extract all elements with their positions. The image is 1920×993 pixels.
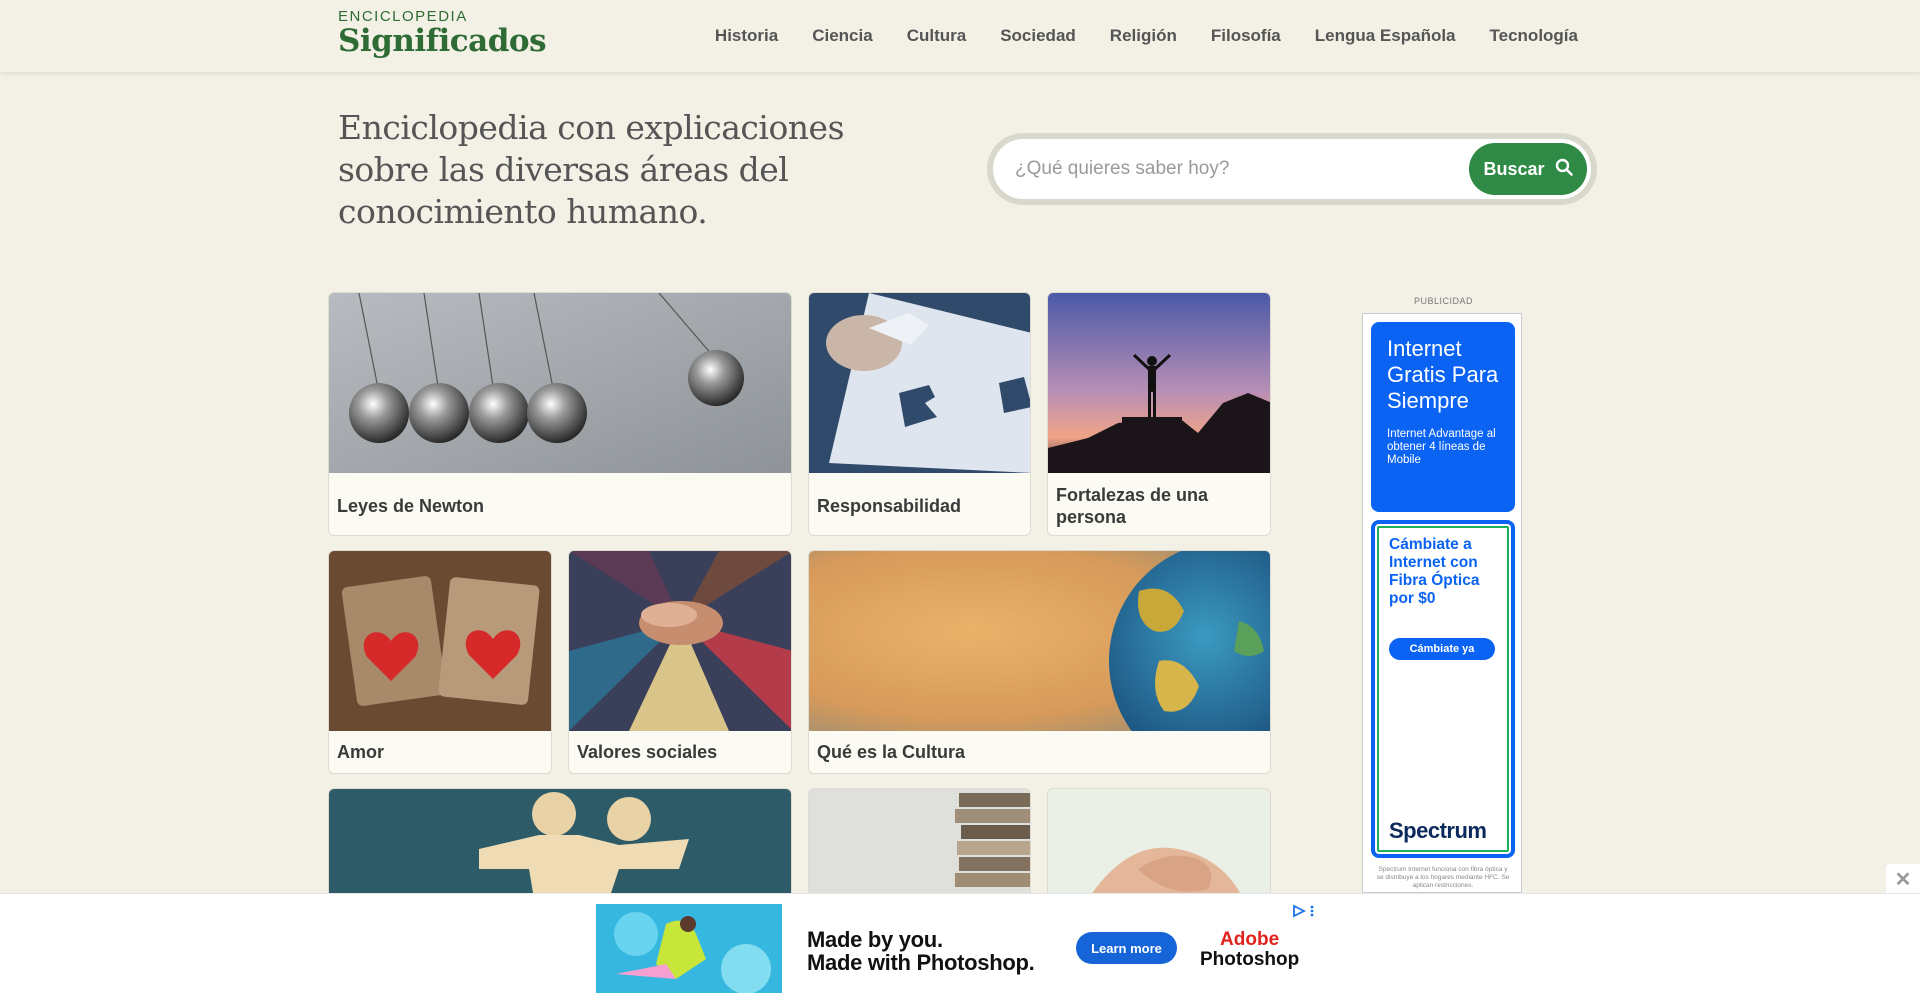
ad-offer-title: Cámbiate a Internet con Fibra Óptica por…	[1389, 536, 1480, 607]
ad-fine-print: Spectrum Internet funciona con fibra ópt…	[1376, 866, 1510, 889]
search-input[interactable]	[1015, 155, 1435, 183]
site-logo[interactable]: ENCICLOPEDIA Significados	[338, 8, 547, 59]
newtons-cradle-image	[329, 293, 791, 473]
paper-people-image	[329, 789, 791, 907]
ad-cta-button[interactable]: Cámbiate ya	[1389, 638, 1495, 660]
search-button-label: Buscar	[1483, 158, 1545, 179]
bottom-banner-ad[interactable]: Made by you. Made with Photoshop. Learn …	[0, 893, 1920, 993]
ad-blue-panel: Internet Gratis Para Siempre Internet Ad…	[1371, 322, 1515, 512]
card-title: Amor	[337, 742, 385, 762]
article-card-row3-2[interactable]	[808, 788, 1031, 908]
article-card-amor[interactable]: Amor	[328, 550, 552, 774]
main-nav: Historia Ciencia Cultura Sociedad Religi…	[715, 26, 1578, 46]
ad-headline: Internet Gratis Para Siempre	[1387, 336, 1499, 413]
close-ad-button[interactable]: ✕	[1886, 864, 1920, 894]
holding-hands-image	[1048, 789, 1270, 907]
advertising-label: PUBLICIDAD	[1414, 296, 1474, 306]
ad-headline-line2: Made with Photoshop.	[807, 950, 1035, 975]
article-card-fortalezas[interactable]: Fortalezas de una persona	[1047, 292, 1271, 536]
search-bar: Buscar	[987, 133, 1597, 205]
ad-subtext: Internet Advantage al obtener 4 líneas d…	[1387, 428, 1496, 466]
logo-bottom-text: Significados	[338, 23, 547, 59]
nav-link-cultura[interactable]: Cultura	[907, 26, 967, 46]
learn-more-button[interactable]: Learn more	[1076, 932, 1177, 964]
photoshop-brand-text: Photoshop	[1200, 949, 1300, 970]
site-header: ENCICLOPEDIA Significados Historia Cienc…	[0, 0, 1920, 72]
card-title: Valores sociales	[577, 742, 718, 762]
ad-choices-icon[interactable]	[1292, 904, 1316, 921]
search-icon	[1555, 158, 1573, 181]
nav-link-tecnologia[interactable]: Tecnología	[1490, 26, 1578, 46]
nav-link-lengua-espanola[interactable]: Lengua Española	[1315, 26, 1456, 46]
ad-offer-panel: Cámbiate a Internet con Fibra Óptica por…	[1371, 520, 1515, 858]
article-card-responsabilidad[interactable]: Responsabilidad	[808, 292, 1031, 536]
stacked-hands-image	[569, 551, 791, 731]
heart-puzzle-image	[329, 551, 551, 731]
spectrum-logo: Spectrum	[1389, 818, 1487, 843]
article-card-row3-1[interactable]	[328, 788, 792, 908]
books-image	[809, 789, 1030, 907]
card-title: Fortalezas de una persona	[1056, 485, 1209, 527]
article-card-que-es-la-cultura[interactable]: Qué es la Cultura	[808, 550, 1271, 774]
person-silhouette-sunset-image	[1048, 293, 1270, 473]
ad-banner-headline: Made by you. Made with Photoshop.	[807, 927, 1035, 975]
search-field-container: Buscar	[993, 139, 1591, 199]
ad-illustration-image	[596, 904, 782, 993]
article-card-valores-sociales[interactable]: Valores sociales	[568, 550, 792, 774]
nav-link-religion[interactable]: Religión	[1110, 26, 1177, 46]
adobe-photoshop-logo: Adobe Photoshop	[1200, 930, 1299, 970]
nav-link-ciencia[interactable]: Ciencia	[812, 26, 872, 46]
puzzle-hand-image	[809, 293, 1030, 473]
article-card-row3-3[interactable]	[1047, 788, 1271, 908]
card-title: Responsabilidad	[817, 496, 962, 516]
search-button[interactable]: Buscar	[1469, 143, 1587, 195]
article-card-leyes-de-newton[interactable]: Leyes de Newton	[328, 292, 792, 536]
adobe-brand-text: Adobe	[1220, 929, 1280, 950]
nav-link-sociedad[interactable]: Sociedad	[1000, 26, 1076, 46]
ad-headline-line1: Made by you.	[807, 927, 943, 952]
page-title: Enciclopedia con explicaciones sobre las…	[338, 108, 845, 231]
card-title: Leyes de Newton	[337, 496, 485, 516]
nav-link-historia[interactable]: Historia	[715, 26, 778, 46]
nav-link-filosofia[interactable]: Filosofía	[1211, 26, 1281, 46]
card-title: Qué es la Cultura	[817, 742, 966, 762]
globe-image	[809, 551, 1270, 773]
sidebar-ad[interactable]: Internet Gratis Para Siempre Internet Ad…	[1362, 313, 1522, 893]
